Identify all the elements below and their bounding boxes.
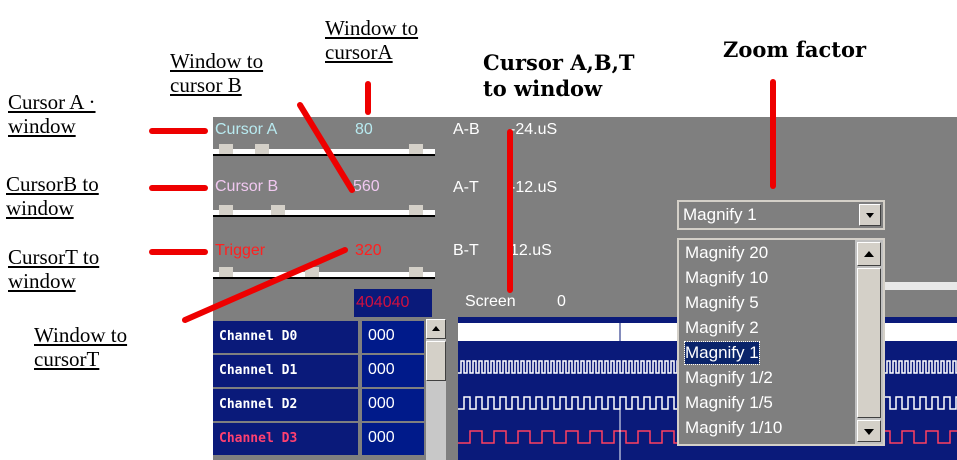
channel-d1-label: Channel D1 bbox=[219, 363, 298, 378]
channel-d2-bits: 000 bbox=[362, 389, 424, 421]
annotation-window-to-cursora: Window to cursorA bbox=[325, 16, 419, 64]
channel-d1-row[interactable]: Channel D1 bbox=[213, 355, 358, 387]
magnify-scroll-thumb[interactable] bbox=[857, 268, 881, 418]
arrow-down-icon bbox=[864, 429, 874, 435]
annotation-cursor-abt-to-window: Cursor A,B,T to window bbox=[483, 50, 635, 101]
logic-analyzer-panel: Cursor A 80 Cursor B 560 Trigger 320 A-B… bbox=[213, 117, 957, 460]
arrow-up-icon bbox=[864, 251, 874, 257]
position-bar bbox=[883, 282, 957, 290]
magnify-list[interactable]: Magnify 20 Magnify 10 Magnify 5 Magnify 2 Ma… bbox=[677, 238, 885, 446]
delta-bt-value: 12.uS bbox=[510, 242, 552, 259]
magnify-option[interactable]: Magnify 20 bbox=[685, 242, 768, 264]
channel-d0-row[interactable]: Channel D0 bbox=[213, 321, 358, 353]
channel-d3-label: Channel D3 bbox=[219, 431, 298, 446]
trigger-slider[interactable] bbox=[213, 267, 435, 279]
magnify-dropdown-button[interactable] bbox=[859, 204, 881, 226]
channel-d2-label: Channel D2 bbox=[219, 397, 298, 412]
cursor-b-value[interactable]: 560 bbox=[353, 178, 380, 196]
screen-label: Screen bbox=[465, 293, 516, 310]
channel-d3-bits: 000 bbox=[362, 423, 424, 455]
magnify-option[interactable]: Magnify 1/2 bbox=[685, 367, 773, 389]
channel-d0-label: Channel D0 bbox=[219, 329, 298, 344]
channel-d3-row[interactable]: Channel D3 bbox=[213, 423, 358, 455]
annotation-window-to-cursort: Window to cursorT bbox=[34, 323, 128, 371]
magnify-option[interactable]: Magnify 1 bbox=[684, 341, 760, 365]
trigger-value[interactable]: 320 bbox=[355, 242, 382, 260]
channel-d0-bits: 000 bbox=[362, 321, 424, 353]
channel-scroll-thumb[interactable] bbox=[426, 341, 446, 381]
magnify-combo[interactable]: Magnify 1 bbox=[677, 200, 885, 230]
channel-scrollbar[interactable] bbox=[426, 319, 446, 460]
delta-at-value: -12.uS bbox=[510, 179, 558, 196]
channel-d2-row[interactable]: Channel D2 bbox=[213, 389, 358, 421]
cursor-a-slider[interactable] bbox=[213, 144, 435, 156]
channel-scroll-up-button[interactable] bbox=[426, 319, 446, 339]
annotation-zoom-factor: Zoom factor bbox=[723, 37, 867, 62]
channel-d1-bits: 000 bbox=[362, 355, 424, 387]
bit-header: 404040 bbox=[354, 289, 432, 317]
magnify-option[interactable]: Magnify 1/10 bbox=[685, 417, 782, 439]
trigger-label: Trigger bbox=[215, 242, 266, 259]
delta-at-label: A-T bbox=[453, 179, 479, 196]
cursor-b-label: Cursor B bbox=[215, 178, 279, 195]
annotation-window-to-cursorb: Window to cursor B bbox=[170, 49, 264, 97]
delta-bt-label: B-T bbox=[453, 242, 479, 259]
magnify-scroll-down-button[interactable] bbox=[857, 420, 881, 442]
magnify-selected-value: Magnify 1 bbox=[683, 205, 757, 224]
delta-ab-value: -24.uS bbox=[510, 121, 558, 138]
cursor-a-value[interactable]: 80 bbox=[355, 121, 373, 139]
cursor-a-label: Cursor A bbox=[215, 121, 278, 138]
annotation-cursora-to-window: Cursor A · window bbox=[8, 90, 96, 138]
cursor-b-slider[interactable] bbox=[213, 205, 435, 217]
annotation-cursorb-to-window: CursorB to window bbox=[6, 172, 99, 220]
magnify-option[interactable]: Magnify 1/5 bbox=[685, 392, 773, 414]
chevron-down-icon bbox=[866, 213, 874, 218]
annotation-cursort-to-window: CursorT to window bbox=[8, 245, 100, 293]
arrow-up-icon bbox=[432, 326, 440, 331]
magnify-option[interactable]: Magnify 10 bbox=[685, 267, 768, 289]
magnify-option[interactable]: Magnify 2 bbox=[685, 317, 759, 339]
screen-value: 0 bbox=[557, 293, 566, 310]
magnify-option[interactable]: Magnify 5 bbox=[685, 292, 759, 314]
magnify-scroll-up-button[interactable] bbox=[857, 242, 881, 266]
delta-ab-label: A-B bbox=[453, 121, 480, 138]
magnify-list-scrollbar[interactable] bbox=[855, 240, 883, 444]
